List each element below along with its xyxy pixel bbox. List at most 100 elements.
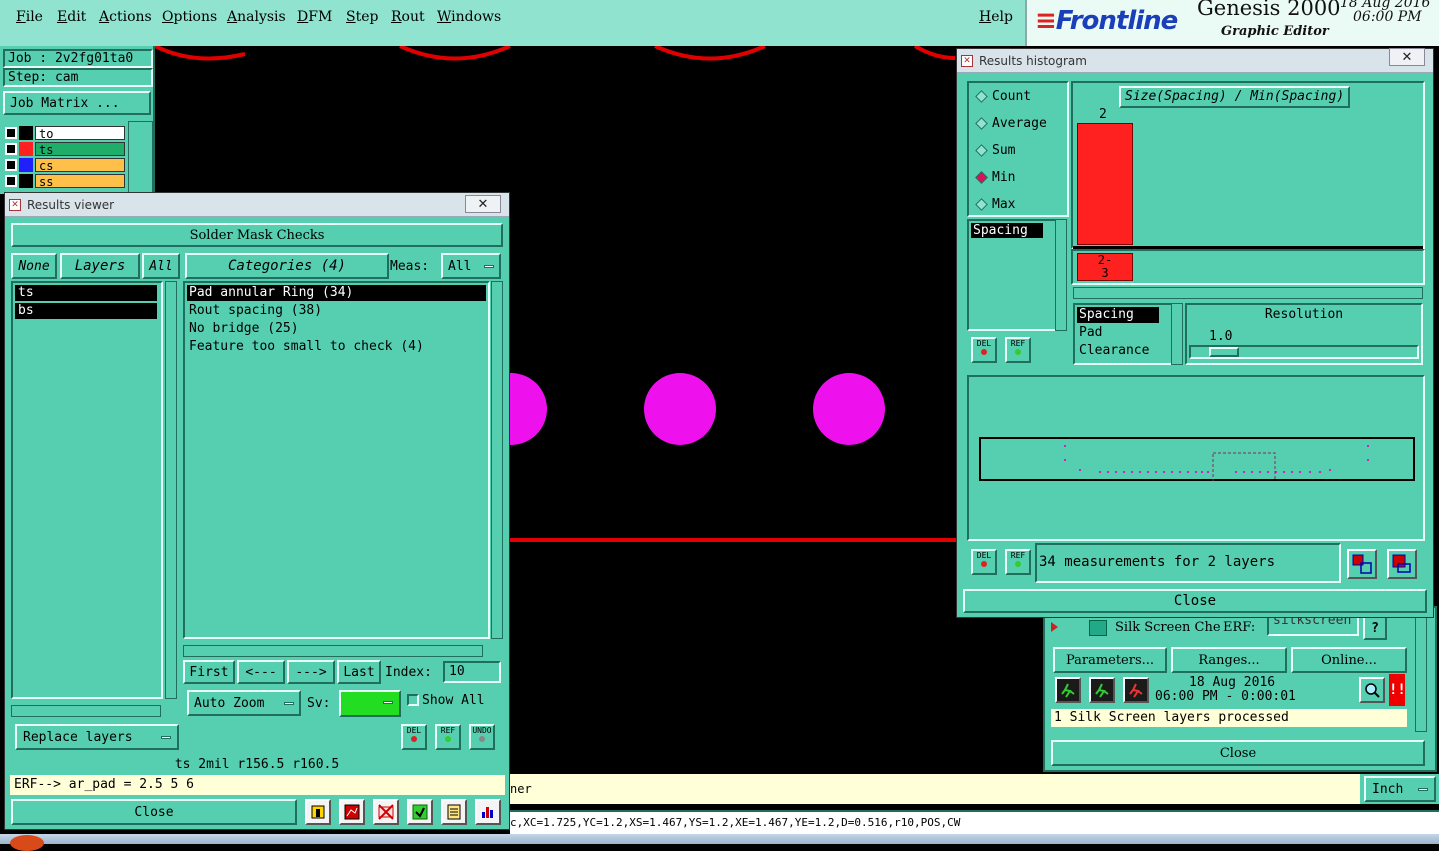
- mode-average[interactable]: Average: [975, 116, 1047, 131]
- sv-color-dropdown[interactable]: [339, 690, 401, 717]
- menu-rout[interactable]: Rout: [391, 9, 425, 25]
- attribute-list-vscroll[interactable]: [1055, 219, 1067, 331]
- layer-checkbox-icon[interactable]: [5, 143, 17, 155]
- category-list-hscroll[interactable]: [183, 645, 483, 657]
- online-button[interactable]: Online...: [1291, 647, 1407, 673]
- menu-analysis[interactable]: Analysis: [227, 9, 286, 25]
- layer-row[interactable]: ts: [5, 141, 125, 157]
- layer-result-list[interactable]: ts bs: [11, 281, 163, 699]
- layer-list-scrollbar[interactable]: [128, 121, 153, 194]
- delete-results-icon[interactable]: [373, 799, 399, 825]
- dropdown-icon: [284, 701, 294, 705]
- export-icon[interactable]: [407, 799, 433, 825]
- category-item[interactable]: Rout spacing (38): [187, 303, 486, 319]
- silk-close-button[interactable]: Close: [1051, 740, 1425, 766]
- slider-thumb[interactable]: [1209, 347, 1239, 357]
- menu-actions[interactable]: Actions: [99, 9, 152, 25]
- stop-run-icon[interactable]: [1123, 677, 1149, 703]
- zoom-icon[interactable]: [1359, 677, 1385, 703]
- expand-arrow-icon[interactable]: [1051, 622, 1058, 632]
- menu-dfm[interactable]: DFM: [297, 9, 332, 25]
- show-all-checkbox[interactable]: [407, 694, 419, 706]
- job-matrix-button[interactable]: Job Matrix ...: [3, 91, 151, 115]
- none-button[interactable]: None: [11, 253, 57, 279]
- hist-ref-button[interactable]: REF: [1005, 337, 1031, 363]
- layer-list-hscroll[interactable]: [11, 705, 161, 717]
- dist-del-button[interactable]: DEL: [971, 549, 997, 575]
- parameters-button[interactable]: Parameters...: [1053, 647, 1167, 673]
- layer-row[interactable]: to: [5, 125, 125, 141]
- close-window-icon[interactable]: ✕: [465, 195, 501, 213]
- zoom-fit-icon[interactable]: [1347, 549, 1377, 579]
- notes-icon[interactable]: [441, 799, 467, 825]
- attribute-item[interactable]: Spacing: [971, 223, 1043, 238]
- mode-sum[interactable]: Sum: [975, 143, 1015, 158]
- meas-dropdown[interactable]: All: [441, 253, 501, 279]
- run-icon[interactable]: [1055, 677, 1081, 703]
- first-button[interactable]: First: [183, 660, 235, 684]
- attribute-list[interactable]: Spacing: [967, 219, 1059, 331]
- histogram-hscroll[interactable]: [1073, 287, 1423, 299]
- units-dropdown[interactable]: Inch: [1364, 776, 1436, 802]
- layer-row[interactable]: ss: [5, 173, 125, 189]
- menu-step[interactable]: Step: [346, 9, 378, 25]
- ranges-button[interactable]: Ranges...: [1171, 647, 1287, 673]
- chart-icon[interactable]: [339, 799, 365, 825]
- run-all-icon[interactable]: [1089, 677, 1115, 703]
- type-item[interactable]: Clearance: [1077, 343, 1171, 359]
- type-list-vscroll[interactable]: [1171, 303, 1183, 365]
- report-icon[interactable]: [305, 799, 331, 825]
- auto-zoom-dropdown[interactable]: Auto Zoom: [187, 690, 301, 716]
- layer-item[interactable]: ts: [15, 285, 157, 301]
- mode-count[interactable]: Count: [975, 89, 1031, 104]
- categories-button[interactable]: Categories (4): [185, 253, 389, 279]
- menu-help[interactable]: Help: [979, 9, 1013, 25]
- replace-layers-dropdown[interactable]: Replace layers: [15, 724, 179, 750]
- last-button[interactable]: Last: [337, 660, 381, 684]
- category-item[interactable]: Feature too small to check (4): [187, 339, 486, 355]
- type-item[interactable]: Pad: [1077, 325, 1171, 341]
- bar-range-label[interactable]: 2-3: [1077, 253, 1133, 281]
- histogram-bar[interactable]: [1077, 123, 1133, 245]
- category-item[interactable]: Pad annular Ring (34): [187, 285, 486, 301]
- close-window-icon[interactable]: ✕: [1389, 48, 1425, 66]
- mode-max[interactable]: Max: [975, 197, 1015, 212]
- category-item[interactable]: No bridge (25): [187, 321, 486, 337]
- prev-button[interactable]: <---: [237, 660, 285, 684]
- silk-help-button[interactable]: ?: [1363, 616, 1387, 640]
- undo-button[interactable]: UNDO: [469, 724, 495, 750]
- all-button[interactable]: All: [142, 253, 180, 279]
- hist-del-button[interactable]: DEL: [971, 337, 997, 363]
- histogram-icon[interactable]: [475, 799, 501, 825]
- category-list-vscroll[interactable]: [491, 281, 503, 639]
- layer-checkbox-icon[interactable]: [5, 127, 17, 139]
- zoom-reset-icon[interactable]: [1387, 549, 1417, 579]
- menu-options[interactable]: Options: [162, 9, 217, 25]
- histogram-close-button[interactable]: Close: [963, 589, 1427, 613]
- menu-file[interactable]: File: [16, 9, 43, 25]
- ref-label: REF: [1010, 339, 1026, 348]
- ref-button[interactable]: REF: [435, 724, 461, 750]
- zoom-box[interactable]: [1212, 452, 1276, 481]
- del-button[interactable]: DEL: [401, 724, 427, 750]
- menu-edit[interactable]: Edit: [57, 9, 86, 25]
- index-input[interactable]: 10: [443, 661, 501, 683]
- layers-button[interactable]: Layers: [60, 253, 140, 279]
- type-list[interactable]: Spacing Pad Clearance: [1073, 303, 1175, 365]
- layer-item[interactable]: bs: [15, 303, 157, 319]
- silk-panel-vscroll[interactable]: [1415, 612, 1427, 732]
- arc-trace: [913, 44, 956, 60]
- menu-windows[interactable]: Windows: [437, 9, 501, 25]
- category-list[interactable]: Pad annular Ring (34) Rout spacing (38) …: [183, 281, 490, 639]
- resolution-slider[interactable]: [1189, 345, 1419, 359]
- dist-ref-button[interactable]: REF: [1005, 549, 1031, 575]
- layer-list-vscroll[interactable]: [165, 281, 177, 699]
- layer-checkbox-icon[interactable]: [5, 159, 17, 171]
- results-close-button[interactable]: Close: [11, 799, 297, 825]
- layer-checkbox-icon[interactable]: [5, 175, 17, 187]
- type-item[interactable]: Spacing: [1077, 307, 1159, 323]
- layer-row[interactable]: cs: [5, 157, 125, 173]
- mode-min[interactable]: Min: [975, 170, 1015, 185]
- start-icon[interactable]: [10, 835, 44, 851]
- next-button[interactable]: --->: [287, 660, 335, 684]
